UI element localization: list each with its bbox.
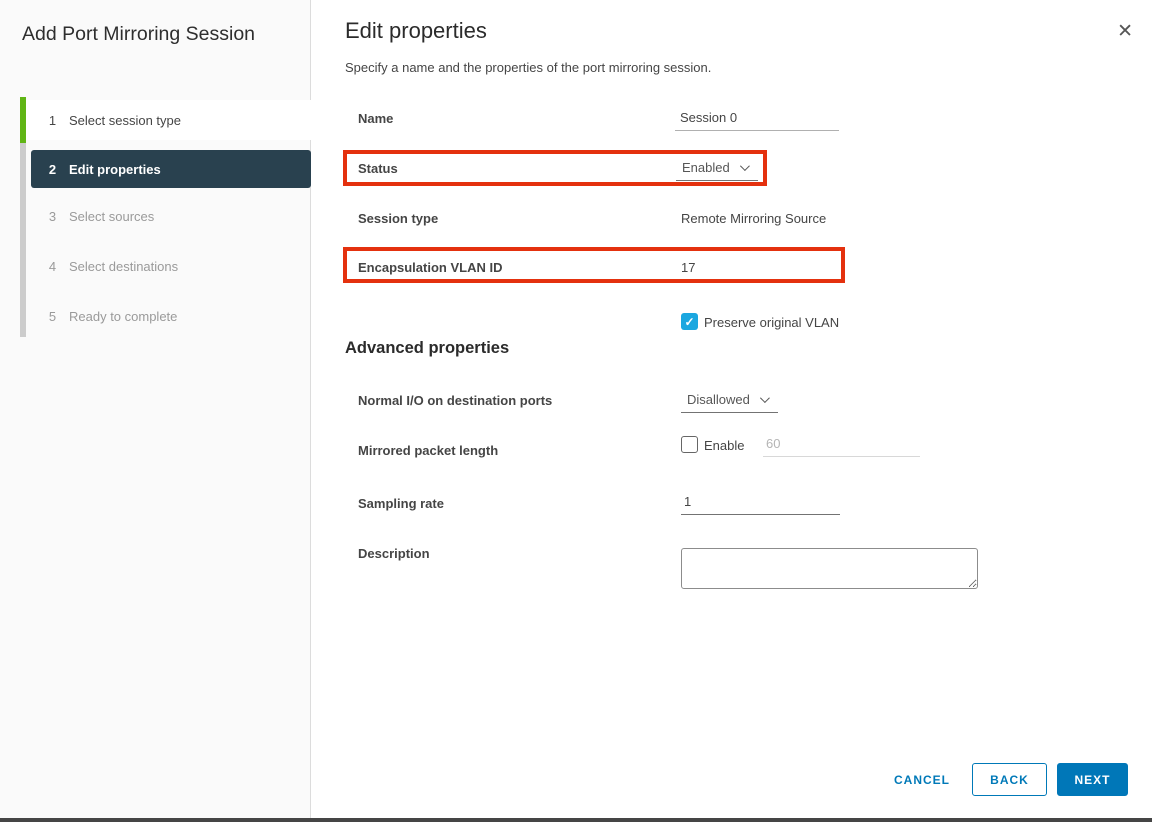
mirrored-packet-length-label: Mirrored packet length [358, 443, 498, 458]
session-type-value: Remote Mirroring Source [681, 211, 826, 226]
mirrored-packet-length-input [763, 431, 920, 457]
wizard-content-pane: ✕ Edit properties Specify a name and the… [312, 0, 1152, 818]
cancel-button[interactable]: CANCEL [884, 763, 960, 796]
sidebar-step-select-destinations: 4 Select destinations [26, 246, 311, 286]
step-number: 4 [48, 259, 57, 274]
sidebar-step-edit-properties[interactable]: 2 Edit properties [31, 150, 311, 188]
encapsulation-vlan-id-label: Encapsulation VLAN ID [358, 260, 502, 275]
step-label: Select session type [69, 113, 181, 128]
sidebar-step-select-session-type[interactable]: 1 Select session type [26, 100, 311, 140]
name-label: Name [358, 111, 393, 126]
sidebar-step-ready-to-complete: 5 Ready to complete [26, 296, 311, 336]
description-label: Description [358, 546, 430, 561]
encapsulation-vlan-id-value[interactable]: 17 [681, 260, 695, 275]
normal-io-label: Normal I/O on destination ports [358, 393, 552, 408]
session-type-label: Session type [358, 211, 438, 226]
preserve-original-vlan-checkbox[interactable]: ✓ [681, 313, 698, 330]
step-number: 3 [48, 209, 57, 224]
step-label: Select destinations [69, 259, 178, 274]
back-button[interactable]: BACK [972, 763, 1047, 796]
advanced-properties-heading: Advanced properties [345, 339, 509, 358]
mirrored-packet-length-enable-label: Enable [704, 438, 744, 453]
preserve-original-vlan-label: Preserve original VLAN [704, 315, 839, 330]
step-number: 2 [48, 162, 57, 177]
step-label: Edit properties [69, 162, 161, 177]
sidebar-step-select-sources: 3 Select sources [26, 196, 311, 236]
step-number: 5 [48, 309, 57, 324]
dialog-bottom-edge [0, 818, 1152, 822]
chevron-down-icon [760, 393, 770, 403]
mirrored-packet-length-enable-checkbox[interactable] [681, 436, 698, 453]
step-label: Ready to complete [69, 309, 177, 324]
sampling-rate-label: Sampling rate [358, 496, 444, 511]
status-label: Status [358, 161, 398, 176]
check-icon: ✓ [684, 315, 694, 329]
normal-io-dropdown-value: Disallowed [687, 392, 750, 407]
description-textarea[interactable] [681, 548, 978, 589]
status-dropdown[interactable]: Enabled [676, 155, 758, 181]
step-number: 1 [48, 113, 57, 128]
wizard-title: Add Port Mirroring Session [22, 22, 272, 47]
add-port-mirroring-dialog: Add Port Mirroring Session 1 Select sess… [0, 0, 1152, 822]
status-dropdown-value: Enabled [682, 160, 730, 175]
step-label: Select sources [69, 209, 154, 224]
close-icon[interactable]: ✕ [1117, 22, 1133, 42]
page-subtitle: Specify a name and the properties of the… [345, 60, 711, 75]
next-button[interactable]: NEXT [1057, 763, 1128, 796]
sampling-rate-input[interactable] [681, 489, 840, 515]
chevron-down-icon [740, 161, 750, 171]
name-input[interactable] [675, 105, 839, 131]
page-title: Edit properties [345, 18, 487, 44]
wizard-sidebar: Add Port Mirroring Session 1 Select sess… [0, 0, 311, 818]
normal-io-dropdown[interactable]: Disallowed [681, 387, 778, 413]
